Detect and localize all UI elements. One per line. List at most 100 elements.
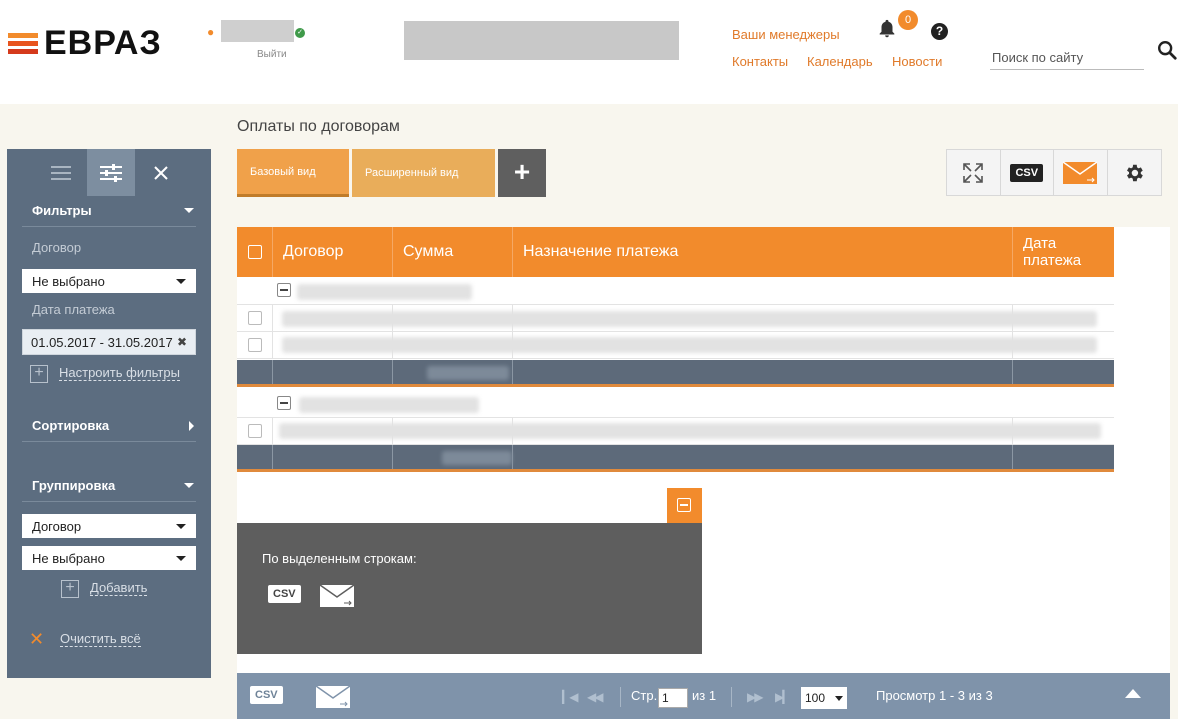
- view-range-label: Просмотр 1 - 3 из 3: [876, 688, 993, 703]
- selected-send-mail-icon[interactable]: [319, 584, 355, 608]
- clear-icon[interactable]: ✕: [29, 629, 44, 650]
- close-sidebar-tab[interactable]: [137, 149, 185, 196]
- first-page-icon[interactable]: ▎◀: [562, 690, 579, 704]
- group-title-redacted: [297, 284, 472, 300]
- grouping-first-select[interactable]: Договор: [22, 514, 196, 538]
- row-content-redacted: [279, 423, 1101, 439]
- contract-filter-value: Не выбрано: [32, 273, 105, 289]
- group-total-row: [237, 445, 1114, 472]
- filters-tab[interactable]: [87, 149, 135, 196]
- grouping-second-select[interactable]: Не выбрано: [22, 546, 196, 570]
- gear-icon: [1127, 164, 1144, 181]
- group-row: [237, 277, 1114, 305]
- clear-all-link[interactable]: Очистить всё: [60, 631, 141, 647]
- user-icon: ●: [207, 25, 215, 39]
- per-page-value: 100: [805, 691, 826, 705]
- sidebar-tabs: [7, 149, 211, 196]
- group-total-row: [237, 360, 1114, 387]
- settings-button[interactable]: [1108, 150, 1162, 195]
- site-search-input[interactable]: [990, 46, 1144, 70]
- prev-page-icon[interactable]: ◀◀: [587, 690, 604, 704]
- evraz-logo[interactable]: ЕВРАЗ: [8, 24, 162, 63]
- plus-icon[interactable]: +: [30, 365, 48, 383]
- divider: [731, 687, 732, 707]
- page-number-input[interactable]: [658, 688, 688, 708]
- divider: [620, 687, 621, 707]
- chevron-down-icon: [176, 555, 186, 561]
- chevron-down-icon: [184, 483, 194, 488]
- row-checkbox[interactable]: [248, 424, 262, 438]
- configure-filters-link[interactable]: Настроить фильтры: [59, 365, 180, 381]
- selected-export-csv-button[interactable]: CSV: [268, 585, 301, 603]
- date-filter-label: Дата платежа: [32, 302, 115, 317]
- clear-date-icon[interactable]: ✖: [177, 335, 187, 349]
- add-grouping-link[interactable]: Добавить: [90, 580, 148, 596]
- column-header-payment-date[interactable]: Дата платежа: [1013, 227, 1114, 277]
- grouping-section-title: Группировка: [32, 478, 116, 493]
- contacts-link[interactable]: Контакты: [732, 54, 788, 69]
- grouping-first-value: Договор: [32, 518, 82, 534]
- logout-link[interactable]: Выйти: [257, 49, 287, 60]
- filters-section-title: Фильтры: [32, 203, 92, 218]
- next-page-icon[interactable]: ▶▶: [747, 690, 764, 704]
- row-checkbox[interactable]: [248, 311, 262, 325]
- add-view-button[interactable]: +: [498, 149, 546, 197]
- total-amount-redacted: [442, 451, 512, 465]
- news-link[interactable]: Новости: [892, 54, 942, 69]
- fullscreen-button[interactable]: [947, 150, 1001, 195]
- collapse-icon: [677, 498, 691, 512]
- filters-section-header[interactable]: Фильтры: [22, 195, 196, 227]
- menu-tab[interactable]: [37, 149, 85, 196]
- grouping-section-header[interactable]: Группировка: [22, 470, 196, 502]
- table-header: Договор Сумма Назначение платежа Дата пл…: [237, 227, 1114, 277]
- row-checkbox[interactable]: [248, 338, 262, 352]
- page-title: Оплаты по договорам: [237, 118, 400, 135]
- contract-filter-select[interactable]: Не выбрано: [22, 269, 196, 293]
- column-header-purpose[interactable]: Назначение платежа: [513, 227, 1013, 277]
- logo-mark: [8, 33, 38, 54]
- group-title-redacted: [299, 397, 479, 413]
- footer-export-csv-button[interactable]: CSV: [250, 686, 283, 704]
- date-filter-field[interactable]: 01.05.2017 - 31.05.2017 ✖: [22, 329, 196, 355]
- selected-panel-toggle[interactable]: [667, 488, 702, 523]
- expand-icon: [963, 162, 984, 183]
- send-email-button[interactable]: [1054, 150, 1108, 195]
- scroll-up-icon[interactable]: [1125, 689, 1141, 698]
- select-all-checkbox[interactable]: [248, 245, 262, 259]
- help-icon[interactable]: ?: [931, 23, 948, 40]
- column-header-contract[interactable]: Договор: [273, 227, 393, 277]
- grouping-second-value: Не выбрано: [32, 550, 105, 566]
- table-row[interactable]: [237, 418, 1114, 445]
- company-name-redacted: [404, 21, 679, 60]
- sorting-section-header[interactable]: Сортировка: [22, 410, 196, 442]
- managers-link[interactable]: Ваши менеджеры: [732, 27, 840, 42]
- payments-table-panel: Договор Сумма Назначение платежа Дата пл…: [237, 227, 1170, 673]
- contract-filter-label: Договор: [32, 240, 82, 255]
- bell-icon[interactable]: [876, 18, 898, 40]
- verified-check-icon: ✓: [295, 28, 305, 38]
- selected-rows-title: По выделенным строкам:: [262, 551, 417, 566]
- chevron-down-icon: [176, 278, 186, 284]
- per-page-select[interactable]: 100: [801, 687, 847, 709]
- table-row[interactable]: [237, 332, 1114, 359]
- last-page-icon[interactable]: ▶▎: [775, 690, 792, 704]
- csv-icon: CSV: [1010, 163, 1044, 182]
- extended-view-button[interactable]: Расширенный вид: [352, 149, 495, 197]
- table-row[interactable]: [237, 305, 1114, 332]
- close-icon: [154, 165, 168, 180]
- table-tools: CSV: [946, 149, 1162, 196]
- total-amount-redacted: [427, 366, 509, 380]
- search-icon[interactable]: [1156, 38, 1178, 62]
- collapse-group-icon[interactable]: [277, 283, 291, 297]
- notification-badge: 0: [898, 10, 918, 30]
- row-content-redacted: [282, 337, 1097, 353]
- plus-icon[interactable]: +: [61, 580, 79, 598]
- mail-icon: [1062, 160, 1098, 184]
- footer-mail-icon[interactable]: [315, 685, 351, 709]
- export-csv-button[interactable]: CSV: [1001, 150, 1054, 195]
- collapse-group-icon[interactable]: [277, 396, 291, 410]
- calendar-link[interactable]: Календарь: [807, 54, 873, 69]
- column-header-amount[interactable]: Сумма: [393, 227, 513, 277]
- filter-sidebar: Фильтры Договор Не выбрано Дата платежа …: [7, 149, 211, 678]
- base-view-button[interactable]: Базовый вид: [237, 149, 349, 197]
